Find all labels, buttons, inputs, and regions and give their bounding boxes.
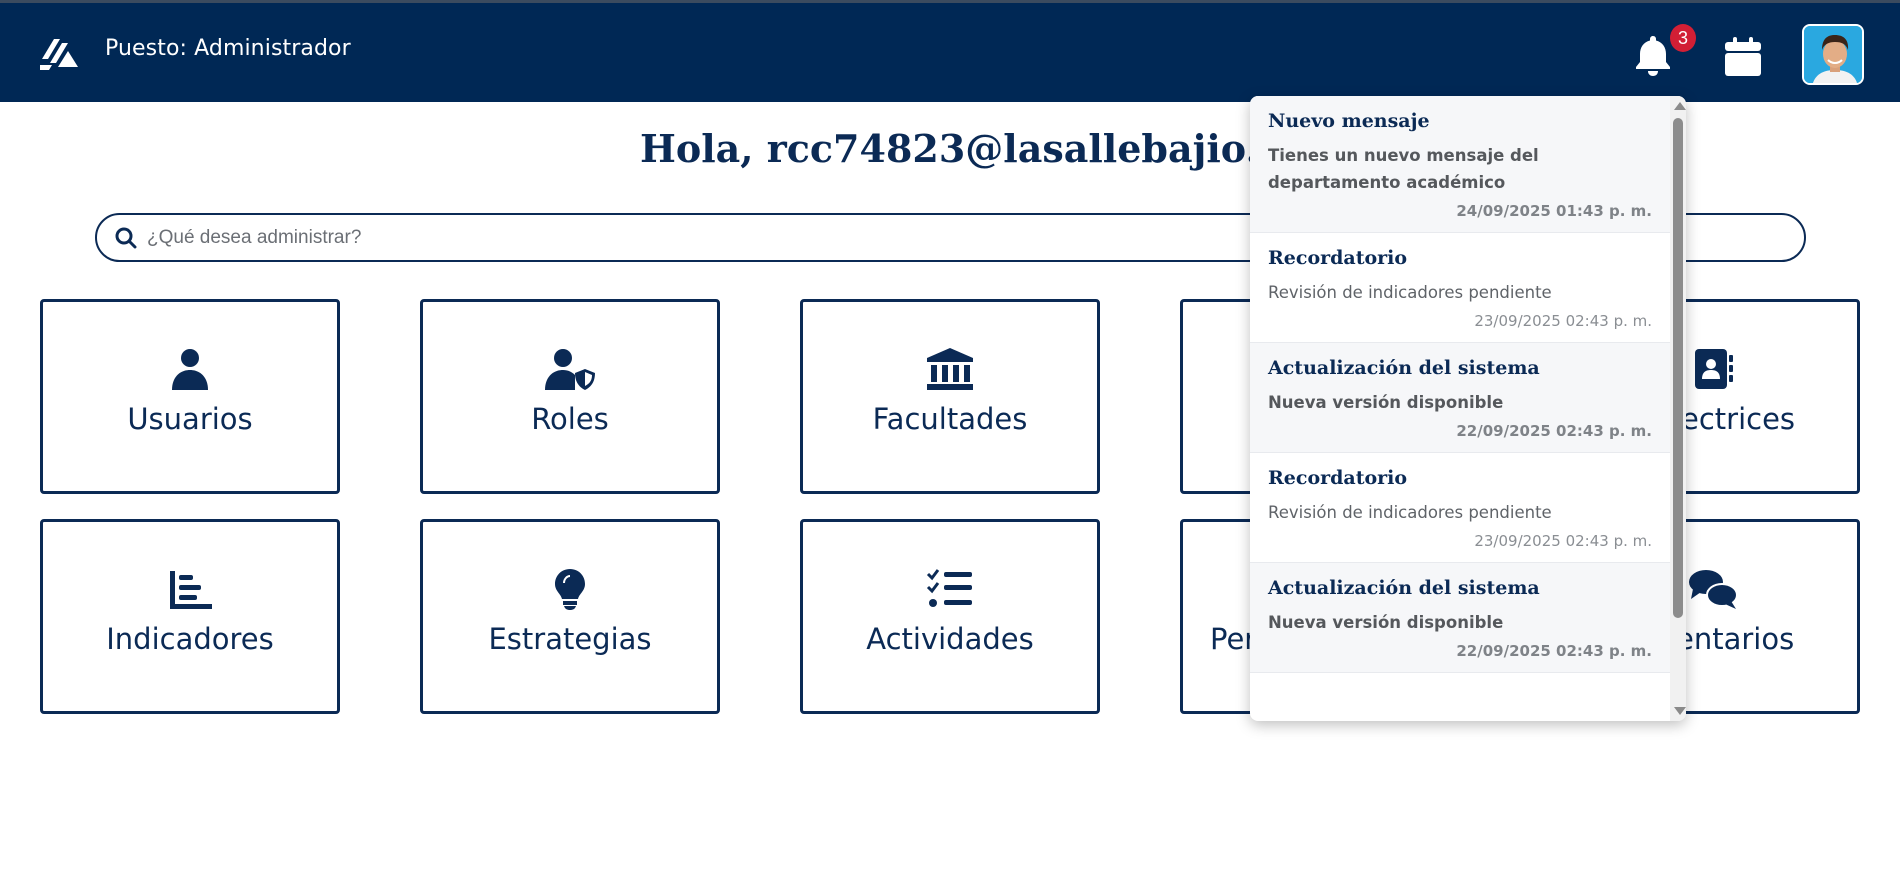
card-label: ectrices	[1681, 402, 1796, 436]
notifications-list[interactable]: Nuevo mensaje Tienes un nuevo mensaje de…	[1250, 96, 1670, 721]
card-actividades[interactable]: Actividades	[800, 519, 1100, 714]
user-shield-icon	[545, 349, 595, 390]
comments-icon	[1689, 570, 1738, 609]
card-estrategias[interactable]: Estrategias	[420, 519, 720, 714]
notification-title: Recordatorio	[1268, 467, 1408, 489]
notification-date: 22/09/2025 02:43 p. m.	[1456, 642, 1652, 660]
notification-item[interactable]: Nuevo mensaje Tienes un nuevo mensaje de…	[1250, 96, 1670, 233]
notifications-bell-icon[interactable]	[1632, 33, 1674, 77]
card-label: Usuarios	[127, 402, 253, 436]
notification-message: Nueva versión disponible	[1268, 613, 1504, 632]
chart-bar-icon	[170, 571, 212, 609]
list-check-icon	[926, 569, 972, 607]
scrollbar-thumb[interactable]	[1673, 118, 1683, 618]
notification-title: Actualización del sistema	[1268, 577, 1540, 599]
calendar-icon[interactable]	[1723, 34, 1763, 78]
card-indicadores[interactable]: Indicadores	[40, 519, 340, 714]
user-avatar[interactable]	[1802, 24, 1864, 85]
building-columns-icon	[927, 348, 973, 390]
user-icon	[172, 349, 208, 390]
notifications-dropdown: Nuevo mensaje Tienes un nuevo mensaje de…	[1250, 96, 1686, 721]
card-label: Indicadores	[106, 622, 274, 656]
scrollbar[interactable]	[1670, 96, 1686, 721]
notification-title: Actualización del sistema	[1268, 357, 1540, 379]
card-usuarios[interactable]: Usuarios	[40, 299, 340, 494]
search-input[interactable]	[147, 223, 1347, 253]
address-card-icon	[1695, 349, 1733, 389]
notification-message: Revisión de indicadores pendiente	[1268, 503, 1552, 522]
scroll-up-arrow-icon[interactable]	[1674, 102, 1686, 110]
card-roles[interactable]: Roles	[420, 299, 720, 494]
greeting-heading: Hola, rcc74823@lasallebajio.edu.	[640, 126, 1351, 171]
card-label: Facultades	[872, 402, 1028, 436]
search-icon	[115, 227, 137, 249]
notification-date: 24/09/2025 01:43 p. m.	[1456, 202, 1652, 220]
top-navbar: Puesto: Administrador 3	[0, 0, 1900, 102]
notification-message: Nueva versión disponible	[1268, 393, 1504, 412]
notification-date: 22/09/2025 02:43 p. m.	[1456, 422, 1652, 440]
card-label: Actividades	[866, 622, 1034, 656]
notification-title: Recordatorio	[1268, 247, 1408, 269]
notification-message: Tienes un nuevo mensaje del departamento…	[1268, 146, 1539, 192]
notification-date: 23/09/2025 02:43 p. m.	[1474, 312, 1652, 330]
notification-item[interactable]: Recordatorio Revisión de indicadores pen…	[1250, 453, 1670, 563]
notification-date: 23/09/2025 02:43 p. m.	[1474, 532, 1652, 550]
lightbulb-icon	[555, 569, 585, 610]
card-label: Roles	[531, 402, 609, 436]
notification-item[interactable]: Actualización del sistema Nueva versión …	[1250, 343, 1670, 453]
role-label: Puesto: Administrador	[105, 36, 351, 61]
scroll-down-arrow-icon[interactable]	[1674, 707, 1686, 715]
card-label: entarios	[1676, 622, 1795, 656]
card-facultades[interactable]: Facultades	[800, 299, 1100, 494]
notification-item[interactable]: Actualización del sistema Nueva versión …	[1250, 563, 1670, 673]
notification-message: Revisión de indicadores pendiente	[1268, 283, 1552, 302]
notification-title: Nuevo mensaje	[1268, 110, 1430, 132]
notification-item[interactable]: Recordatorio Revisión de indicadores pen…	[1250, 233, 1670, 343]
card-label: Estrategias	[488, 622, 652, 656]
university-logo-icon[interactable]	[38, 33, 82, 73]
profile-photo-icon	[1804, 26, 1862, 83]
notification-count-badge: 3	[1670, 24, 1696, 52]
